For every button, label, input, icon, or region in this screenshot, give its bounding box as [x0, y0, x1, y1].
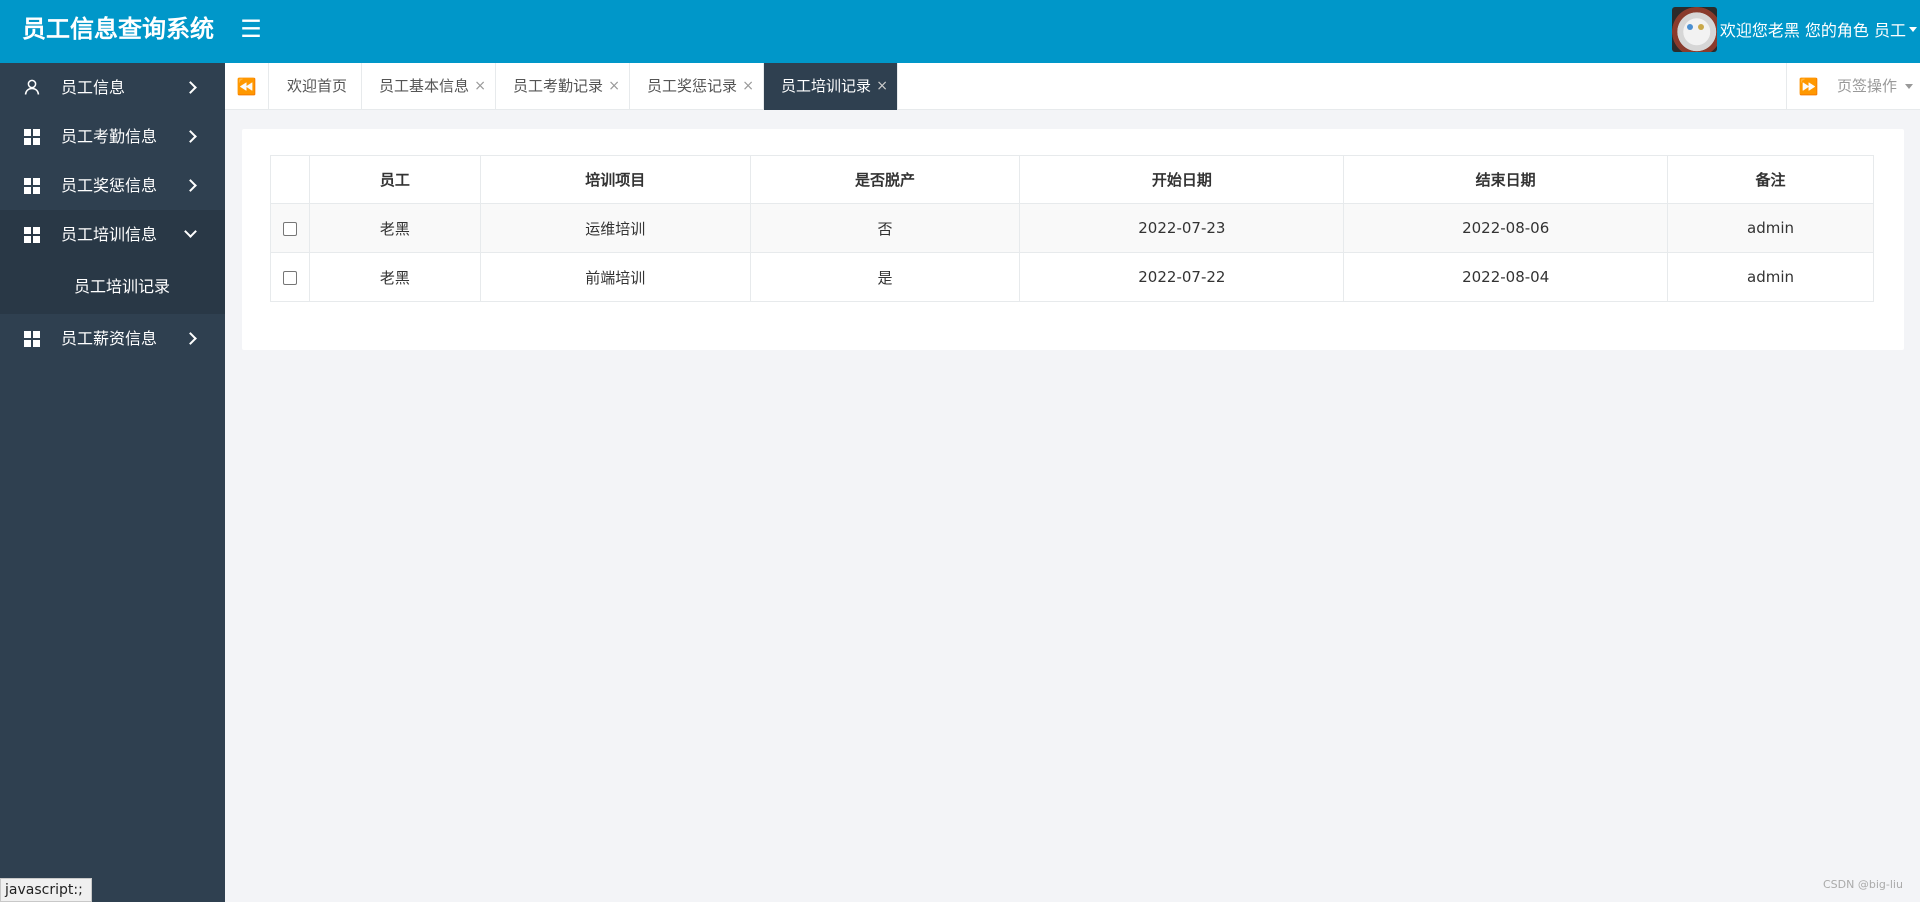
scroll-right-icon[interactable]: ⏩ [1786, 63, 1830, 110]
grid-icon [24, 227, 40, 243]
user-menu[interactable]: 欢迎您老黑 您的角色 员工 [1671, 6, 1917, 52]
table-cell: 2022-08-04 [1343, 252, 1669, 302]
row-checkbox[interactable] [282, 221, 297, 236]
tab-label: 员工基本信息 [379, 77, 470, 95]
sidebar-item-training[interactable]: 员工培训信息 [0, 210, 225, 259]
column-header[interactable]: 员工 [308, 155, 481, 204]
browser-status-bar: javascript:; [0, 878, 92, 902]
close-icon[interactable]: × [608, 63, 620, 110]
grid-icon [24, 331, 40, 347]
sidebar-item-label: 员工信息 [61, 78, 126, 97]
close-icon[interactable]: × [474, 63, 486, 110]
sidebar-item-label: 员工奖惩信息 [61, 176, 158, 195]
menu-toggle-icon[interactable]: ☰ [238, 14, 264, 44]
sidebar-item-rewards[interactable]: 员工奖惩信息 [0, 161, 225, 210]
sidebar-item-label: 员工培训信息 [61, 225, 158, 244]
chevron-down-icon [186, 210, 196, 259]
tab-attendance[interactable]: 员工考勤记录 × [496, 63, 630, 110]
row-checkbox[interactable] [282, 270, 297, 285]
table-cell: admin [1667, 203, 1874, 253]
sidebar: 员工信息 员工考勤信息 员工奖惩信息 员工培训信息 员工培训记录 员工薪资信息 [0, 63, 225, 902]
tab-label: 员工培训记录 [781, 77, 872, 95]
table-cell: 2022-07-23 [1019, 203, 1345, 253]
sidebar-subitem-training-records[interactable]: 员工培训记录 [0, 259, 225, 314]
sidebar-item-label: 员工考勤信息 [61, 127, 158, 146]
row-checkbox-cell [270, 203, 310, 253]
close-icon[interactable]: × [876, 63, 888, 110]
chevron-right-icon [186, 63, 196, 112]
column-header[interactable]: 是否脱产 [749, 155, 1021, 204]
tab-training[interactable]: 员工培训记录 × [764, 63, 898, 110]
content-card: 员工 培训项目 是否脱产 开始日期 结束日期 备注 老黑 运维培训 否 2022… [242, 129, 1904, 350]
column-header[interactable]: 开始日期 [1019, 155, 1345, 204]
tab-basic-info[interactable]: 员工基本信息 × [362, 63, 496, 110]
close-icon[interactable]: × [742, 63, 754, 110]
tab-bar: ⏪ 欢迎首页 员工基本信息 × 员工考勤记录 × 员工奖惩记录 × 员工培训记录… [225, 63, 1920, 110]
tab-label: 员工考勤记录 [513, 77, 604, 95]
app-title: 员工信息查询系统 [22, 15, 214, 43]
sidebar-item-salary[interactable]: 员工薪资信息 [0, 314, 225, 363]
tab-welcome[interactable]: 欢迎首页 [270, 63, 362, 110]
column-header[interactable]: 备注 [1667, 155, 1874, 204]
training-records-table: 员工 培训项目 是否脱产 开始日期 结束日期 备注 老黑 运维培训 否 2022… [270, 155, 1874, 302]
avatar[interactable] [1671, 6, 1717, 52]
caret-down-icon[interactable] [1909, 26, 1917, 32]
sidebar-item-employee-info[interactable]: 员工信息 [0, 63, 225, 112]
sidebar-item-attendance[interactable]: 员工考勤信息 [0, 112, 225, 161]
sidebar-item-label: 员工薪资信息 [61, 329, 158, 348]
watermark: CSDN @big-liu [1823, 878, 1903, 891]
column-header[interactable]: 培训项目 [479, 155, 751, 204]
table-row[interactable]: 老黑 运维培训 否 2022-07-23 2022-08-06 admin [270, 203, 1874, 253]
table-row[interactable]: 老黑 前端培训 是 2022-07-22 2022-08-04 admin [270, 252, 1874, 302]
page-operations-dropdown[interactable]: 页签操作 [1831, 63, 1913, 110]
table-cell: 否 [749, 203, 1021, 253]
table-cell: 前端培训 [479, 252, 751, 302]
page-operations-label: 页签操作 [1837, 77, 1898, 95]
tab-rewards[interactable]: 员工奖惩记录 × [630, 63, 764, 110]
chevron-right-icon [186, 161, 196, 210]
grid-icon [24, 178, 40, 194]
caret-down-icon [1904, 84, 1913, 89]
grid-icon [24, 129, 40, 145]
table-cell: 老黑 [308, 252, 481, 302]
column-header[interactable]: 结束日期 [1343, 155, 1669, 204]
top-header: 员工信息查询系统 ☰ 欢迎您老黑 您的角色 员工 [0, 0, 1920, 63]
chevron-right-icon [186, 112, 196, 161]
checkbox-column-header [270, 155, 310, 204]
scroll-left-icon[interactable]: ⏪ [225, 63, 269, 110]
welcome-text[interactable]: 欢迎您老黑 您的角色 员工 [1720, 17, 1906, 41]
table-cell: 运维培训 [479, 203, 751, 253]
user-icon [24, 79, 40, 95]
table-header-row: 员工 培训项目 是否脱产 开始日期 结束日期 备注 [270, 155, 1874, 204]
table-cell: 2022-07-22 [1019, 252, 1345, 302]
table-cell: admin [1667, 252, 1874, 302]
row-checkbox-cell [270, 252, 310, 302]
tab-label: 员工奖惩记录 [647, 77, 738, 95]
chevron-right-icon [186, 314, 196, 363]
table-cell: 老黑 [308, 203, 481, 253]
table-cell: 是 [749, 252, 1021, 302]
table-cell: 2022-08-06 [1343, 203, 1669, 253]
tab-label: 欢迎首页 [287, 77, 348, 95]
